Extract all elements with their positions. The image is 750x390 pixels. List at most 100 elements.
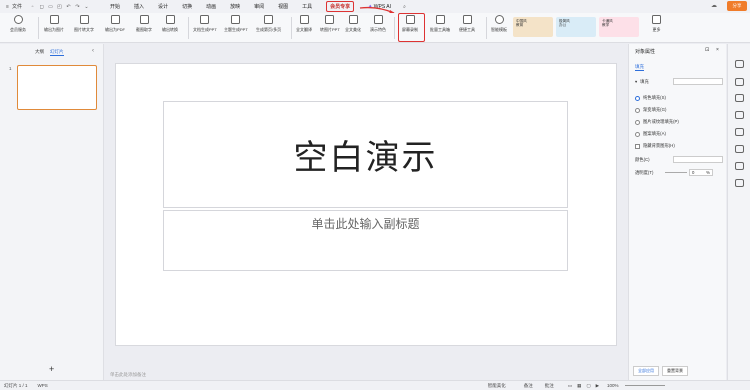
color-label: 颜色(C) [635, 157, 650, 162]
fill-select[interactable] [673, 78, 723, 85]
tab-insert[interactable]: 插入 [134, 3, 144, 10]
settings-icon[interactable] [735, 162, 744, 170]
option-gradient[interactable]: 渐变填充(G) [635, 107, 666, 113]
slide-number: 1 [9, 66, 12, 71]
tab-animation[interactable]: 动画 [206, 3, 216, 10]
undo-icon[interactable]: ↶ [64, 2, 73, 11]
edit-icon[interactable] [735, 111, 744, 119]
highlight-box [398, 13, 425, 42]
export-image-button[interactable]: 输出为图片 [44, 15, 64, 33]
menu-icon[interactable]: ≡ [3, 2, 12, 11]
tab-transition[interactable]: 切换 [182, 3, 192, 10]
expand-icon[interactable]: ▾ [635, 79, 637, 85]
convert-icon [165, 15, 175, 24]
reset-background-button[interactable]: 重置背景 [662, 366, 688, 376]
panel-title: 对象属性 [635, 49, 656, 55]
zoom-level[interactable]: 100% [607, 383, 619, 388]
animation-icon[interactable] [735, 94, 744, 102]
save-icon[interactable]: ▫ [28, 2, 37, 11]
pin-icon[interactable]: ⊡ [705, 47, 709, 53]
option-picture[interactable]: 图片或纹理填充(P) [635, 119, 679, 125]
apply-all-button[interactable]: 全部应用 [633, 366, 659, 376]
play-icon[interactable]: ▶ [596, 383, 599, 389]
tools-icon [462, 15, 472, 24]
normal-view-icon[interactable]: ▭ [568, 383, 572, 389]
beautify-button[interactable]: 全文美化 [345, 15, 361, 33]
properties-icon[interactable] [735, 60, 744, 68]
cloud-icon[interactable]: ☁ [711, 2, 717, 9]
member-service-button[interactable]: 会员服务 [10, 15, 26, 33]
add-slide-icon[interactable]: + [49, 364, 54, 374]
ocr-icon [79, 15, 89, 24]
transparency-slider[interactable] [665, 172, 687, 173]
more-button[interactable]: 更多 [652, 15, 661, 33]
share-button[interactable]: 分享 [727, 1, 747, 11]
sorter-view-icon[interactable]: ▦ [577, 383, 581, 389]
shape-icon[interactable] [735, 128, 744, 136]
file-menu[interactable]: 文件 [12, 3, 22, 10]
smart-template-button[interactable]: 智能模板 [491, 15, 507, 33]
tab-home[interactable]: 开始 [110, 3, 120, 10]
close-icon[interactable]: × [716, 47, 719, 53]
screenshot-icon [139, 15, 149, 24]
picture-icon [325, 15, 335, 24]
template-card[interactable]: 极简风 办公 [556, 17, 596, 37]
search-icon[interactable]: ⌕ [400, 2, 409, 11]
print-icon[interactable]: ▭ [46, 2, 55, 11]
image-ppt-button[interactable]: 转图片PPT [320, 15, 340, 33]
smart-beautify-button[interactable]: 智能美化 [488, 383, 506, 389]
option-pattern[interactable]: 图案填充(A) [635, 131, 666, 137]
reading-view-icon[interactable]: ▢ [586, 383, 590, 389]
member-icon [13, 15, 23, 24]
present-features-button[interactable]: 演示特色 [370, 15, 386, 33]
tab-view[interactable]: 视图 [278, 3, 288, 10]
image-icon [49, 15, 59, 24]
translate-button[interactable]: 全文翻译 [296, 15, 312, 33]
preview-icon[interactable]: ◰ [55, 2, 64, 11]
share-label: 分享 [732, 3, 742, 8]
tab-review[interactable]: 审阅 [254, 3, 264, 10]
template-card[interactable]: 卡通风 教学 [599, 17, 639, 37]
export-convert-button[interactable]: 输出转换 [162, 15, 178, 33]
batch-toolbox-button[interactable]: 批量工具箱 [430, 15, 450, 33]
present-icon [373, 15, 383, 24]
export-pdf-button[interactable]: 输出为PDF [105, 15, 125, 33]
image-to-text-button[interactable]: 图片转文字 [74, 15, 94, 33]
redo-icon[interactable]: ↷ [73, 2, 82, 11]
template-card[interactable]: 中国风 教育 [513, 17, 553, 37]
style-icon[interactable] [735, 78, 744, 86]
tab-tools[interactable]: 工具 [302, 3, 312, 10]
tab-member[interactable]: 会员专享 [326, 1, 355, 12]
generate-pages-button[interactable]: 生成第页/多页 [256, 15, 281, 33]
subtitle-placeholder[interactable]: 单击此处输入副标题 [163, 210, 568, 271]
collapse-icon[interactable]: ‹ [92, 48, 94, 54]
transparency-input[interactable]: 0% [689, 169, 713, 176]
dropdown-icon[interactable]: ⌄ [82, 2, 91, 11]
radio-icon [635, 119, 640, 125]
tab-slideshow[interactable]: 放映 [230, 3, 240, 10]
title-placeholder[interactable]: 空白演示 [163, 101, 568, 208]
open-icon[interactable]: ◻ [37, 2, 46, 11]
comment-toggle[interactable]: 批注 [545, 383, 554, 389]
option-solid[interactable]: 纯色填充(S) [635, 95, 666, 101]
tab-fill[interactable]: 填充 [635, 64, 644, 71]
layout-icon[interactable] [735, 145, 744, 153]
side-toolbar [727, 44, 750, 380]
hide-background-checkbox[interactable]: 隐藏背景图形(H) [635, 143, 675, 149]
tab-slides[interactable]: 幻灯片 [50, 49, 64, 56]
zoom-slider[interactable] [624, 385, 665, 386]
notes-toggle[interactable]: 备注 [524, 383, 533, 389]
color-select[interactable] [673, 156, 723, 163]
help-icon[interactable] [735, 179, 744, 187]
radio-icon [635, 107, 640, 113]
notes-field[interactable]: 单击此处添加备注 [105, 370, 625, 380]
theme-ppt-button[interactable]: 主题生成PPT [224, 15, 248, 33]
quick-tools-button[interactable]: 便捷工具 [459, 15, 475, 33]
doc-to-ppt-button[interactable]: 文档生成PPT [193, 15, 217, 33]
tab-outline[interactable]: 大纲 [35, 49, 44, 56]
pages-icon [264, 15, 274, 24]
properties-panel: 对象属性 ⊡ × 填充 ▾ 填充 纯色填充(S) 渐变填充(G) 图片或纹理填充(… [628, 44, 726, 380]
tab-design[interactable]: 设计 [158, 3, 168, 10]
screenshot-text-button[interactable]: 截图取字 [136, 15, 152, 33]
slide-thumbnail[interactable] [17, 65, 97, 110]
